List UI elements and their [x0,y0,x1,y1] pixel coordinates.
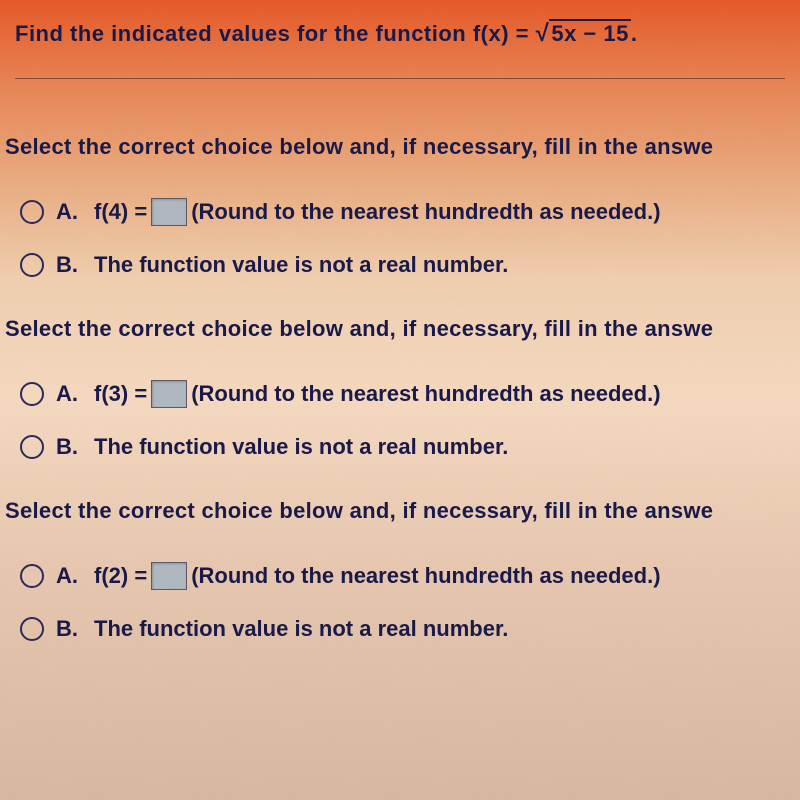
radicand: 5x − 15 [549,19,631,46]
choice-a-text: f(2) = (Round to the nearest hundredth a… [94,562,661,590]
choice-letter: A. [56,199,84,225]
divider [15,78,785,79]
choice-a-row: A. f(3) = (Round to the nearest hundredt… [0,372,800,426]
question-block: Select the correct choice below and, if … [0,316,800,478]
section-prompt: Select the correct choice below and, if … [0,316,800,372]
question-header: Find the indicated values for the functi… [0,0,800,78]
rounding-hint: (Round to the nearest hundredth as neede… [191,381,660,407]
answer-input[interactable] [151,380,187,408]
section-prompt: Select the correct choice below and, if … [0,134,800,190]
question-block: Select the correct choice below and, if … [0,134,800,296]
function-label: f(2) = [94,563,147,589]
choice-a-text: f(3) = (Round to the nearest hundredth a… [94,380,661,408]
radio-button[interactable] [20,382,44,406]
function-label: f(3) = [94,381,147,407]
question-block: Select the correct choice below and, if … [0,498,800,660]
section-prompt: Select the correct choice below and, if … [0,498,800,554]
rounding-hint: (Round to the nearest hundredth as neede… [191,563,660,589]
choice-b-text: The function value is not a real number. [94,616,508,642]
radical-icon: √ [536,20,550,47]
sqrt-expression: √5x − 15 [536,20,631,48]
choice-b-row: B. The function value is not a real numb… [0,608,800,660]
answer-input[interactable] [151,198,187,226]
radio-button[interactable] [20,253,44,277]
choice-a-row: A. f(2) = (Round to the nearest hundredt… [0,554,800,608]
function-label: f(4) = [94,199,147,225]
rounding-hint: (Round to the nearest hundredth as neede… [191,199,660,225]
choice-letter: A. [56,563,84,589]
radio-button[interactable] [20,200,44,224]
answer-input[interactable] [151,562,187,590]
choice-a-text: f(4) = (Round to the nearest hundredth a… [94,198,661,226]
choice-letter: B. [56,616,84,642]
header-prefix: Find the indicated values for the functi… [15,21,536,46]
choice-letter: B. [56,252,84,278]
choice-a-row: A. f(4) = (Round to the nearest hundredt… [0,190,800,244]
radio-button[interactable] [20,435,44,459]
choice-b-text: The function value is not a real number. [94,434,508,460]
choice-letter: A. [56,381,84,407]
radio-button[interactable] [20,617,44,641]
choice-b-text: The function value is not a real number. [94,252,508,278]
choice-b-row: B. The function value is not a real numb… [0,244,800,296]
choice-b-row: B. The function value is not a real numb… [0,426,800,478]
header-suffix: . [631,21,638,46]
choice-letter: B. [56,434,84,460]
radio-button[interactable] [20,564,44,588]
